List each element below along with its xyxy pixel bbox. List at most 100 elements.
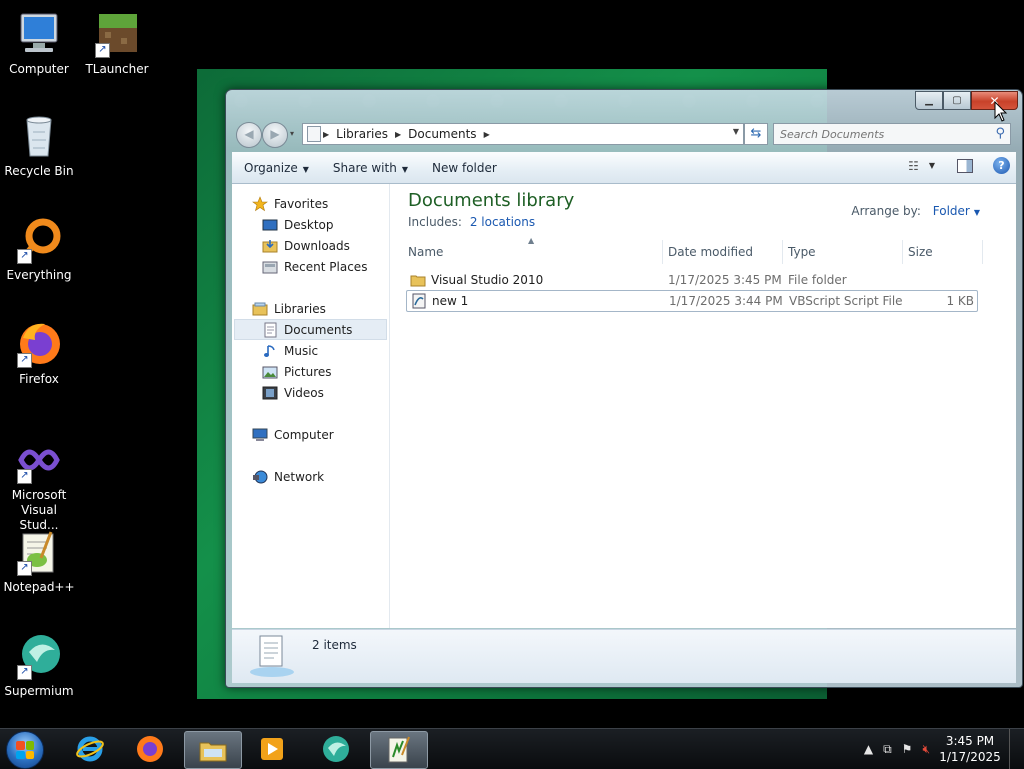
- desktop-icon-recycle-bin[interactable]: Recycle Bin: [0, 112, 78, 179]
- breadcrumb-separator-icon: ▶: [394, 129, 402, 139]
- includes-label: Includes:: [408, 215, 462, 229]
- nav-desktop[interactable]: Desktop: [232, 214, 389, 235]
- new-folder-button[interactable]: New folder: [420, 161, 509, 175]
- cursor-arrow-icon: [994, 100, 1008, 122]
- maximize-button[interactable]: ▢: [943, 91, 971, 110]
- address-bar[interactable]: ▶ Libraries ▶ Documents ▶ ▼: [302, 123, 744, 145]
- clock[interactable]: 3:45 PM 1/17/2025: [935, 733, 1005, 765]
- file-type: File folder: [788, 273, 847, 287]
- nav-recent-places[interactable]: Recent Places: [232, 256, 389, 277]
- breadcrumb-libraries[interactable]: Libraries: [331, 127, 393, 141]
- nav-favorites[interactable]: Favorites: [232, 193, 389, 214]
- desktop-icon-notepadpp[interactable]: ↗ Notepad++: [0, 528, 78, 595]
- library-title: Documents library: [408, 190, 575, 211]
- file-row[interactable]: Visual Studio 2010 1/17/2025 3:45 PM Fil…: [406, 270, 976, 290]
- computer-small-icon: [252, 427, 268, 443]
- back-arrow-icon: ◀: [244, 127, 254, 141]
- breadcrumb-documents[interactable]: Documents: [403, 127, 481, 141]
- desktop-icon-tlauncher[interactable]: ↗ TLauncher: [78, 10, 156, 77]
- show-desktop-button[interactable]: [1009, 729, 1024, 769]
- column-divider[interactable]: [902, 240, 903, 264]
- desktop-icon-label: Microsoft Visual Stud...: [11, 488, 67, 532]
- chevron-down-icon[interactable]: ▼: [974, 208, 980, 217]
- desktop-icon-visual-studio[interactable]: ↗ Microsoft Visual Stud...: [0, 436, 78, 533]
- internet-explorer-icon: [76, 736, 104, 762]
- file-row[interactable]: new 1 1/17/2025 3:44 PM VBScript Script …: [406, 290, 978, 312]
- show-hidden-icons-chevron-icon[interactable]: ▲: [864, 742, 873, 756]
- address-dropdown-icon[interactable]: ▼: [733, 127, 739, 136]
- nav-libraries[interactable]: Libraries: [232, 298, 389, 319]
- desktop-icon-label: Notepad++: [3, 580, 75, 594]
- column-header-size[interactable]: Size: [908, 245, 933, 259]
- minimize-button[interactable]: ▁: [915, 91, 943, 110]
- nav-music[interactable]: Music: [232, 340, 389, 361]
- share-with-button[interactable]: Share with ▼: [321, 161, 420, 175]
- nav-pictures[interactable]: Pictures: [232, 361, 389, 382]
- column-header-name[interactable]: Name: [408, 245, 443, 259]
- taskbar-media-player[interactable]: [244, 731, 300, 767]
- nav-downloads[interactable]: Downloads: [232, 235, 389, 256]
- nav-favorites-label: Favorites: [274, 196, 329, 211]
- search-icon[interactable]: ⚲: [995, 126, 1005, 141]
- desktop-icon-everything[interactable]: ↗ Everything: [0, 216, 78, 283]
- nav-network-label: Network: [274, 469, 325, 484]
- column-header-type[interactable]: Type: [788, 245, 816, 259]
- change-view-button[interactable]: ☷: [908, 159, 919, 173]
- action-center-flag-icon[interactable]: ⚑: [902, 742, 913, 756]
- nav-computer[interactable]: Computer: [232, 424, 389, 445]
- supermium-icon: [323, 736, 349, 762]
- search-box[interactable]: ⚲: [773, 123, 1011, 145]
- desktop-icon-label: Everything: [6, 268, 72, 282]
- desktop-icon-computer[interactable]: Computer: [0, 10, 78, 77]
- nav-videos[interactable]: Videos: [232, 382, 389, 403]
- back-button[interactable]: ◀: [236, 122, 262, 148]
- desktop-icon: [262, 217, 278, 233]
- firefox-icon: ↗: [15, 320, 63, 368]
- taskbar-windows-explorer[interactable]: [184, 731, 242, 769]
- desktop-icon-firefox[interactable]: ↗ Firefox: [0, 320, 78, 387]
- share-with-label: Share with: [332, 160, 397, 175]
- breadcrumb-separator-icon[interactable]: ▶: [482, 130, 492, 139]
- refresh-button[interactable]: ⇆: [744, 123, 768, 145]
- explorer-window: ▁ ▢ ✕ ◀ ▶ ▾ ▶ Libraries ▶ Documents ▶ ▼ …: [225, 89, 1023, 688]
- taskbar-internet-explorer[interactable]: [62, 731, 118, 767]
- taskbar: ▲ ⧉ ⚑ 🔇︎ 3:45 PM 1/17/2025: [0, 728, 1024, 769]
- everything-icon: ↗: [15, 216, 63, 264]
- tlauncher-icon: ↗: [93, 10, 141, 58]
- start-button[interactable]: [6, 731, 44, 769]
- arrange-by-dropdown[interactable]: Folder: [933, 204, 970, 218]
- arrange-by: Arrange by: Folder ▼: [851, 204, 980, 218]
- recent-pages-chevron-icon[interactable]: ▾: [290, 129, 294, 138]
- shortcut-arrow-icon: ↗: [95, 43, 110, 58]
- file-name-cell: Visual Studio 2010: [410, 272, 543, 288]
- preview-pane-icon[interactable]: [957, 158, 973, 173]
- recent-places-icon: [262, 259, 278, 275]
- network-status-icon[interactable]: ⧉: [883, 742, 892, 757]
- nav-documents[interactable]: Documents: [234, 319, 387, 340]
- help-icon[interactable]: ?: [993, 157, 1010, 174]
- taskbar-supermium[interactable]: [308, 731, 364, 767]
- column-header-date-modified[interactable]: Date modified: [668, 245, 753, 259]
- taskbar-notepadpp[interactable]: [370, 731, 428, 769]
- volume-muted-icon[interactable]: 🔇︎: [922, 742, 930, 757]
- organize-button[interactable]: Organize ▼: [232, 161, 321, 175]
- forward-button[interactable]: ▶: [262, 122, 288, 148]
- shortcut-arrow-icon: ↗: [17, 469, 32, 484]
- library-address-icon: [307, 126, 321, 142]
- column-divider[interactable]: [782, 240, 783, 264]
- taskbar-firefox[interactable]: [122, 731, 178, 767]
- desktop-icon-supermium[interactable]: ↗ Supermium: [0, 632, 78, 699]
- system-tray: ▲ ⧉ ⚑ 🔇︎ 3:45 PM 1/17/2025: [859, 729, 1024, 769]
- content-area: Favorites Desktop Downloads Recent Place…: [232, 184, 1016, 628]
- column-divider[interactable]: [982, 240, 983, 264]
- search-input[interactable]: [774, 126, 982, 142]
- library-documents-large-icon: [248, 634, 296, 681]
- view-options-chevron-icon[interactable]: ▼: [929, 161, 935, 170]
- file-list-pane: Documents library Includes: 2 locations …: [390, 184, 1016, 628]
- minimize-icon: ▁: [925, 95, 933, 106]
- desktop-icon-label: Recycle Bin: [4, 164, 74, 178]
- vbscript-file-icon: [411, 293, 427, 309]
- nav-network[interactable]: Network: [232, 466, 389, 487]
- library-locations-link[interactable]: 2 locations: [470, 215, 535, 229]
- column-divider[interactable]: [662, 240, 663, 264]
